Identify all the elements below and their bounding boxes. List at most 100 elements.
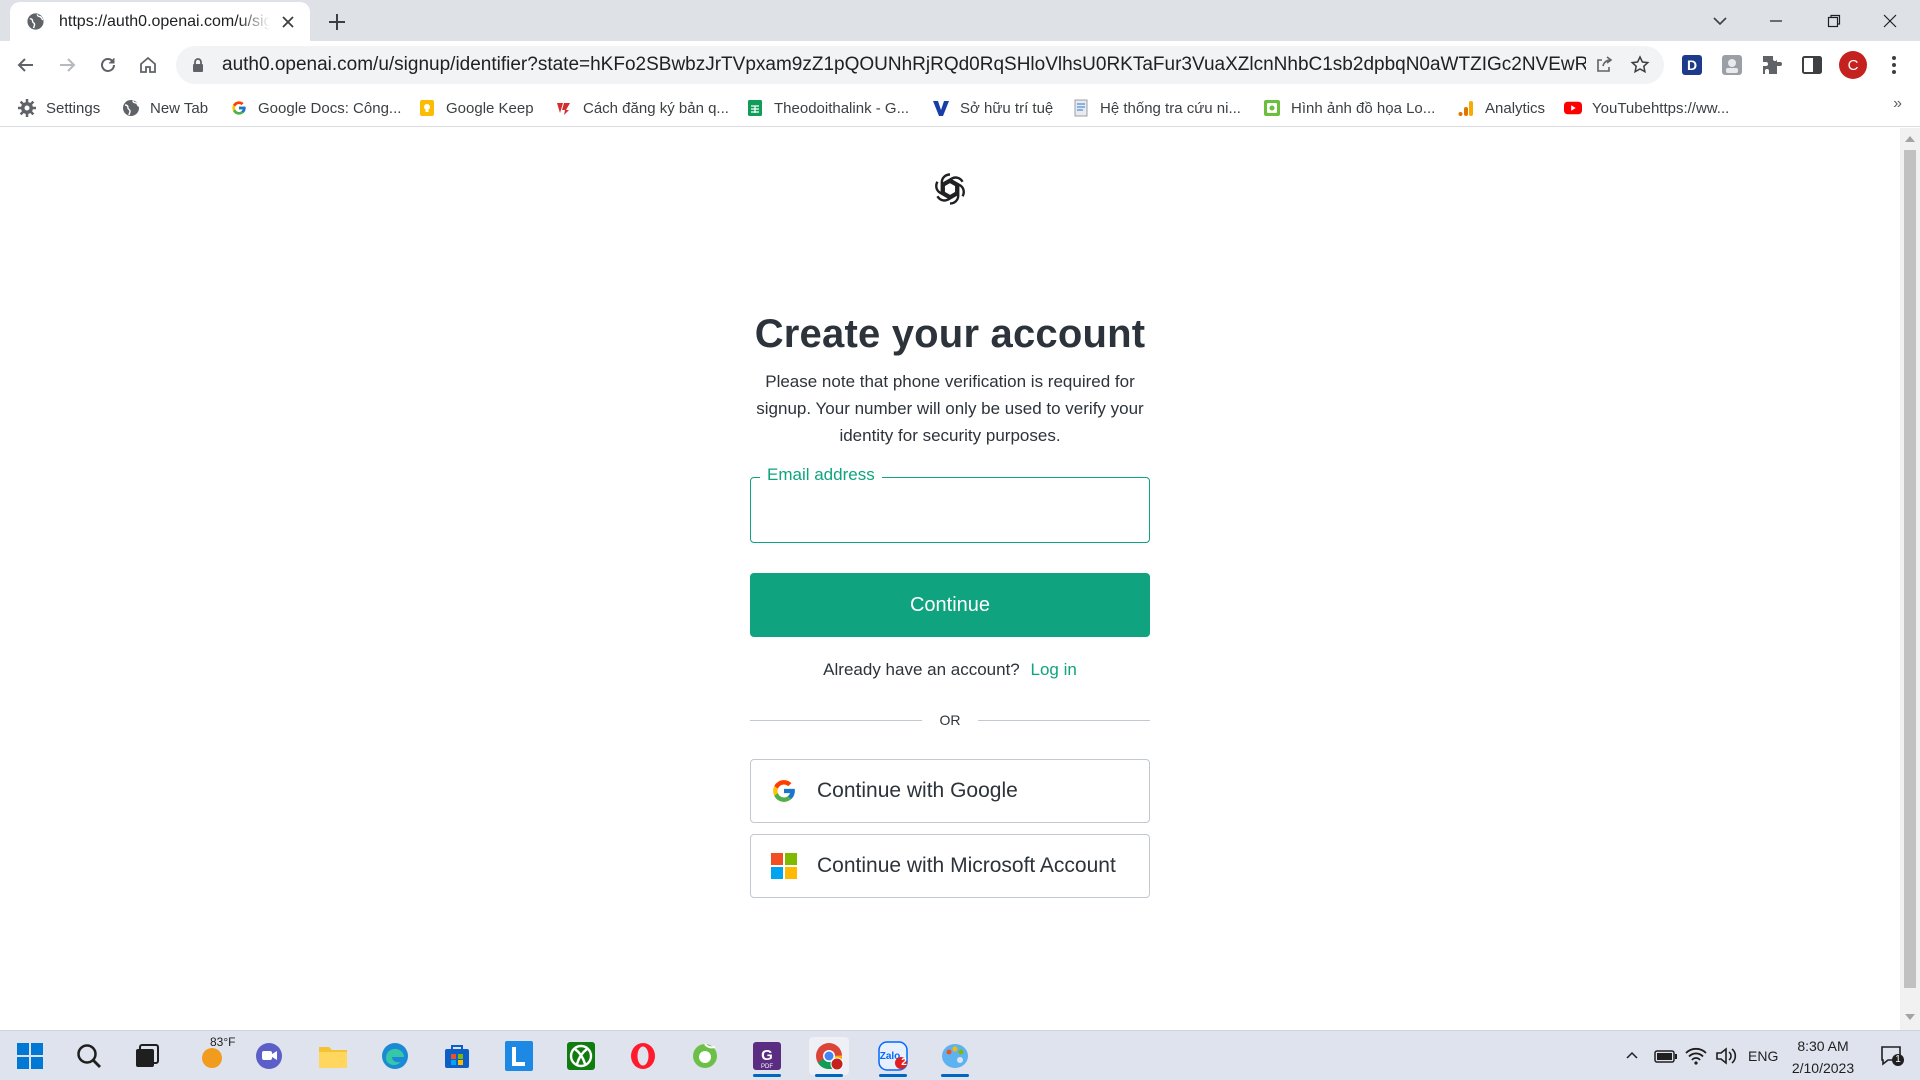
email-field[interactable] [750,477,1150,543]
start-button[interactable] [10,1037,50,1075]
search-icon [77,1044,101,1068]
red-logo-icon [555,99,573,117]
close-tab-icon[interactable] [278,12,298,32]
signup-page: Create your account Please note that pho… [0,128,1900,1030]
clock-date: 2/10/2023 [1791,1060,1855,1076]
chevron-down-icon [1713,16,1727,25]
back-button[interactable] [10,49,42,81]
scroll-up-arrow-icon[interactable] [1905,136,1915,142]
google-icon [773,780,795,802]
opera-icon [631,1043,655,1069]
email-label: Email address [760,465,882,485]
edge-button[interactable] [375,1037,415,1075]
bookmarks-bar: Settings New Tab Google Docs: Công... Go… [0,89,1920,127]
side-panel-icon[interactable] [1800,53,1824,77]
input-language[interactable]: ENG [1748,1031,1778,1080]
bookmark-youtube[interactable]: YouTubehttps://ww... [1564,95,1729,121]
bookmark-star-button[interactable] [1622,47,1658,83]
lock-icon[interactable] [190,57,206,73]
file-explorer-button[interactable] [313,1037,353,1075]
extensions-puzzle-icon[interactable] [1760,53,1784,77]
search-button[interactable] [69,1037,109,1075]
bookmark-hinh-anh-do-hoa[interactable]: Hình ảnh đồ họa Lo... [1263,95,1435,121]
or-label: OR [939,712,961,728]
notification-center-button[interactable]: 1 [1880,1031,1904,1080]
task-view-button[interactable] [127,1037,167,1075]
login-prompt-text: Already have an account? [823,660,1020,679]
battery-status[interactable] [1654,1031,1678,1080]
dashlane-extension-icon[interactable]: D [1680,53,1704,77]
wifi-status[interactable] [1685,1031,1707,1080]
teams-chat-button[interactable] [249,1037,289,1075]
gear-icon [18,99,36,117]
email-input[interactable] [767,490,1133,530]
bookmark-google-docs[interactable]: Google Docs: Công... [230,95,401,121]
profile-avatar[interactable]: C [1839,51,1867,79]
pdf-app-button[interactable]: G PDF [747,1037,787,1077]
extension-avatar-icon[interactable] [1720,53,1744,77]
close-window-button[interactable] [1862,0,1918,41]
notification-count: 1 [1895,1054,1901,1065]
bookmark-theodoithalink[interactable]: Theodoithalink - G... [746,95,909,121]
v-logo-icon [932,99,950,117]
bookmark-so-huu-tri-tue[interactable]: Sở hữu trí tuệ [932,95,1053,121]
weather-widget[interactable]: 83°F [190,1035,238,1075]
bookmark-label: Hệ thống tra cứu ni... [1100,99,1241,117]
bookmark-analytics[interactable]: Analytics [1457,95,1545,121]
continue-with-google-button[interactable]: Continue with Google [750,759,1150,823]
continue-button[interactable]: Continue [750,573,1150,637]
bookmark-cach-dang-ky[interactable]: Cách đăng ký bản q... [555,95,729,121]
google-icon [230,99,248,117]
new-tab-icon[interactable] [324,9,350,35]
forward-arrow-icon [60,58,76,72]
zalo-button[interactable]: Zalo 2 [873,1037,913,1077]
reload-button[interactable] [92,49,124,81]
windows-taskbar: 83°F G PDF Zalo 2 ENG 8:30 AM 2/10/2023 … [0,1030,1920,1080]
bookmark-label: Analytics [1485,99,1546,117]
bookmark-settings[interactable]: Settings [18,95,100,121]
l-app-button[interactable] [499,1037,539,1075]
forward-button[interactable] [51,49,83,81]
microsoft-store-button[interactable] [437,1037,477,1075]
address-url[interactable]: auth0.openai.com/u/signup/identifier?sta… [222,54,1586,76]
paint-app-button[interactable] [935,1037,975,1077]
scroll-down-arrow-icon[interactable] [1905,1014,1915,1020]
share-button[interactable] [1586,47,1622,83]
home-button[interactable] [132,49,164,81]
login-prompt-row: Already have an account? Log in [700,660,1200,680]
restore-button[interactable] [1806,0,1862,41]
bookmark-label: Google Keep [446,99,534,117]
system-clock[interactable]: 8:30 AM 2/10/2023 [1778,1035,1868,1079]
opera-button[interactable] [623,1037,663,1075]
scrollbar-thumb[interactable] [1904,150,1916,988]
reload-icon [101,58,115,72]
minimize-button[interactable] [1748,0,1804,41]
kebab-menu-icon[interactable] [1882,53,1906,77]
volume-status[interactable] [1715,1031,1737,1080]
coccoc-button[interactable] [685,1037,725,1075]
openai-logo-icon [935,173,965,205]
teams-chat-icon [256,1043,282,1069]
page-scrollbar[interactable] [1900,128,1920,1030]
or-divider: OR [750,710,1150,730]
bookmark-label: Hình ảnh đồ họa Lo... [1291,99,1436,117]
svg-text:PDF: PDF [761,1064,773,1070]
analytics-icon [1457,99,1475,117]
folder-icon [319,1047,347,1068]
chrome-button[interactable] [809,1037,849,1077]
chrome-icon [816,1043,844,1071]
bookmark-new-tab[interactable]: New Tab [122,95,208,121]
address-bar[interactable]: auth0.openai.com/u/signup/identifier?sta… [176,46,1664,84]
bookmark-google-keep[interactable]: Google Keep [418,95,534,121]
tab-signup[interactable]: https://auth0.openai.com/u/signup/identi… [10,2,310,41]
xbox-button[interactable] [561,1037,601,1075]
chevron-up-icon [1626,1051,1638,1059]
login-link[interactable]: Log in [1031,660,1077,679]
show-hidden-icons-button[interactable] [1624,1031,1640,1080]
microsoft-button-label: Continue with Microsoft Account [817,854,1116,877]
wifi-icon [1685,1047,1707,1065]
tab-search-button[interactable] [1692,0,1748,41]
continue-with-microsoft-button[interactable]: Continue with Microsoft Account [750,834,1150,898]
bookmarks-overflow-chevron[interactable]: » [1893,95,1902,113]
bookmark-he-thong-tra-cuu[interactable]: Hệ thống tra cứu ni... [1072,95,1241,121]
